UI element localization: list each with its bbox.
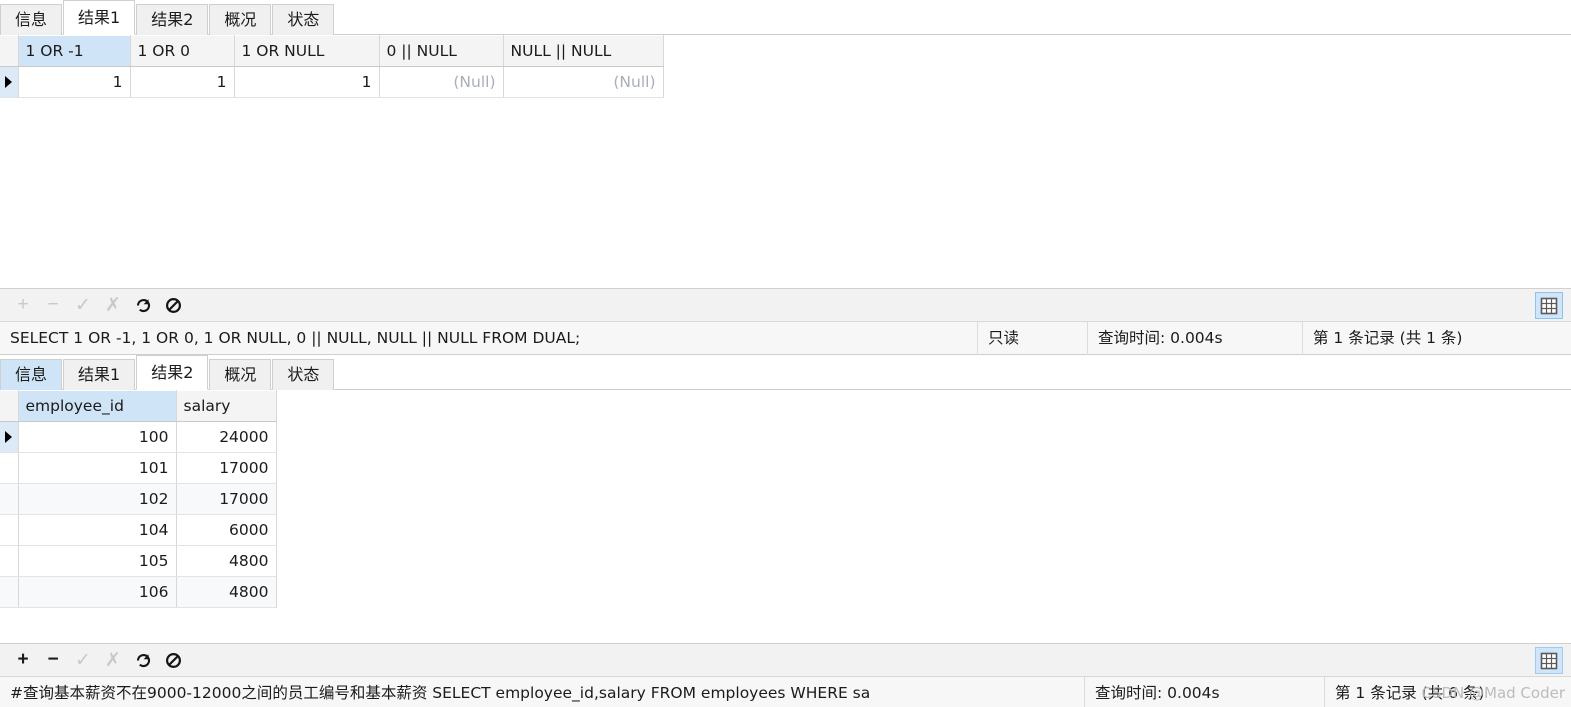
- row-gutter[interactable]: [0, 545, 19, 577]
- refresh-icon[interactable]: [128, 647, 158, 673]
- table-row[interactable]: 105 4800: [0, 545, 277, 577]
- grid-empty-area-top: [0, 110, 1571, 288]
- column-header[interactable]: 0 || NULL: [379, 35, 504, 67]
- table-row[interactable]: 102 17000: [0, 483, 277, 515]
- column-header[interactable]: salary: [176, 390, 277, 422]
- table-cell[interactable]: 1: [130, 66, 235, 98]
- refresh-icon[interactable]: [128, 292, 158, 318]
- table-row[interactable]: 1 1 1 (Null) (Null): [0, 66, 664, 98]
- grid-toolbar-bottom: + − ✓ ✗: [0, 643, 1571, 677]
- tabstrip-bottom: 信息 结果1 结果2 概况 状态: [0, 355, 1571, 390]
- record-count-status: 第 1 条记录 (共 1 条): [1313, 328, 1463, 347]
- tab-result2-top[interactable]: 结果2: [136, 4, 209, 35]
- table-cell[interactable]: (Null): [379, 66, 504, 98]
- row-gutter-current[interactable]: [0, 66, 19, 98]
- row-gutter-current[interactable]: [0, 421, 19, 453]
- stop-icon[interactable]: [158, 292, 188, 318]
- column-header[interactable]: NULL || NULL: [503, 35, 664, 67]
- grid-view-icon: [1540, 652, 1558, 669]
- add-record-button[interactable]: +: [8, 647, 38, 673]
- result-table-top: 1 OR -1 1 OR 0 1 OR NULL 0 || NULL NULL …: [0, 35, 664, 98]
- executed-sql-text: SELECT 1 OR -1, 1 OR 0, 1 OR NULL, 0 || …: [0, 321, 978, 355]
- tab-result1-top[interactable]: 结果1: [63, 0, 136, 35]
- row-gutter-header: [0, 35, 19, 67]
- row-gutter[interactable]: [0, 576, 19, 608]
- tab-profile-bottom[interactable]: 概况: [209, 359, 272, 390]
- record-count-status: 第 1 条记录 (共 6 条): [1335, 684, 1485, 702]
- table-header-row: employee_id salary: [0, 390, 277, 422]
- tabstrip-top: 信息 结果1 结果2 概况 状态: [0, 0, 1571, 35]
- table-cell[interactable]: 104: [18, 514, 177, 546]
- tab-info-bottom[interactable]: 信息: [0, 359, 63, 390]
- table-cell[interactable]: 1: [18, 66, 131, 98]
- grid-view-icon: [1540, 297, 1558, 314]
- tab-status-bottom[interactable]: 状态: [272, 359, 335, 390]
- table-cell[interactable]: 101: [18, 452, 177, 484]
- table-cell[interactable]: 24000: [176, 421, 277, 453]
- table-row[interactable]: 101 17000: [0, 452, 277, 484]
- row-gutter[interactable]: [0, 452, 19, 484]
- table-cell[interactable]: 102: [18, 483, 177, 515]
- table-row[interactable]: 104 6000: [0, 514, 277, 546]
- query-time-status: 查询时间: 0.004s: [1085, 677, 1325, 707]
- table-cell[interactable]: 1: [234, 66, 380, 98]
- result-grid-top[interactable]: 1 OR -1 1 OR 0 1 OR NULL 0 || NULL NULL …: [0, 35, 1571, 98]
- current-row-arrow-icon: [5, 76, 12, 88]
- grid-view-toggle-bottom[interactable]: [1535, 647, 1563, 674]
- table-row[interactable]: 100 24000: [0, 421, 277, 453]
- delete-record-button[interactable]: −: [38, 292, 68, 318]
- current-row-arrow-icon: [5, 431, 12, 443]
- grid-empty-area-bottom: [0, 620, 1571, 643]
- tab-result1-bottom[interactable]: 结果1: [63, 359, 136, 390]
- tab-profile-top[interactable]: 概况: [209, 4, 272, 35]
- apply-changes-button[interactable]: ✓: [68, 292, 98, 318]
- grid-view-toggle-top[interactable]: [1535, 292, 1563, 319]
- cancel-changes-button[interactable]: ✗: [98, 292, 128, 318]
- column-header[interactable]: 1 OR -1: [18, 35, 131, 67]
- table-cell[interactable]: (Null): [503, 66, 664, 98]
- tab-status-top[interactable]: 状态: [272, 4, 335, 35]
- result-pane-top: 信息 结果1 结果2 概况 状态 1 OR -1 1 OR 0 1 OR NUL…: [0, 0, 1571, 355]
- add-record-button[interactable]: +: [8, 292, 38, 318]
- row-gutter[interactable]: [0, 483, 19, 515]
- table-row[interactable]: 106 4800: [0, 576, 277, 608]
- delete-record-button[interactable]: −: [38, 647, 68, 673]
- table-cell[interactable]: 17000: [176, 483, 277, 515]
- table-cell[interactable]: 6000: [176, 514, 277, 546]
- status-bar-bottom: #查询基本薪资不在9000-12000之间的员工编号和基本薪资 SELECT e…: [0, 677, 1571, 707]
- table-cell[interactable]: 4800: [176, 576, 277, 608]
- row-gutter-header: [0, 390, 19, 422]
- grid-toolbar-top: + − ✓ ✗: [0, 288, 1571, 322]
- apply-changes-button[interactable]: ✓: [68, 647, 98, 673]
- row-gutter[interactable]: [0, 514, 19, 546]
- executed-sql-text: #查询基本薪资不在9000-12000之间的员工编号和基本薪资 SELECT e…: [0, 677, 1085, 707]
- table-cell[interactable]: 105: [18, 545, 177, 577]
- table-cell[interactable]: 100: [18, 421, 177, 453]
- column-header[interactable]: 1 OR NULL: [234, 35, 380, 67]
- sql-client-window: 信息 结果1 结果2 概况 状态 1 OR -1 1 OR 0 1 OR NUL…: [0, 0, 1571, 707]
- status-bar-top: SELECT 1 OR -1, 1 OR 0, 1 OR NULL, 0 || …: [0, 321, 1571, 355]
- column-header[interactable]: 1 OR 0: [130, 35, 235, 67]
- tab-info-top[interactable]: 信息: [0, 4, 63, 35]
- result-pane-bottom: 信息 结果1 结果2 概况 状态 employee_id salary 100 …: [0, 355, 1571, 707]
- table-cell[interactable]: 17000: [176, 452, 277, 484]
- table-header-row: 1 OR -1 1 OR 0 1 OR NULL 0 || NULL NULL …: [0, 35, 664, 67]
- column-header[interactable]: employee_id: [18, 390, 177, 422]
- readonly-status: 只读: [978, 321, 1088, 355]
- table-cell[interactable]: 106: [18, 576, 177, 608]
- stop-icon[interactable]: [158, 647, 188, 673]
- tab-result2-bottom[interactable]: 结果2: [136, 355, 209, 390]
- result-grid-bottom[interactable]: employee_id salary 100 24000 101 17000 1…: [0, 390, 1571, 608]
- table-cell[interactable]: 4800: [176, 545, 277, 577]
- result-table-bottom: employee_id salary 100 24000 101 17000 1…: [0, 390, 277, 608]
- cancel-changes-button[interactable]: ✗: [98, 647, 128, 673]
- query-time-status: 查询时间: 0.004s: [1088, 321, 1303, 355]
